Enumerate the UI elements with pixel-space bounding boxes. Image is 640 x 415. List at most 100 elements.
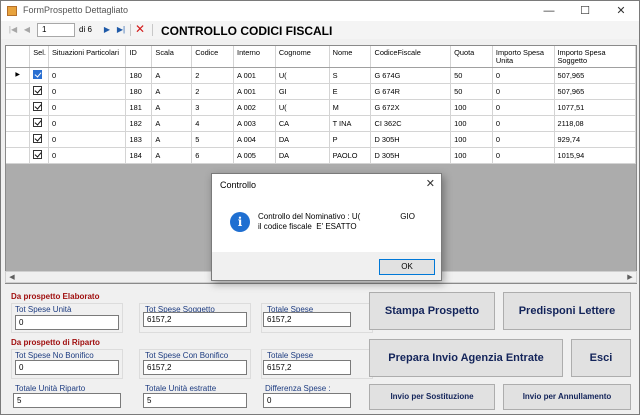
row-header[interactable] — [6, 115, 31, 132]
cell-iss[interactable]: 1077,51 — [554, 99, 636, 116]
cell-nome[interactable]: P — [329, 131, 372, 148]
scroll-left-icon[interactable]: ◀ — [7, 273, 17, 283]
cell-cf[interactable]: D 305H — [370, 147, 452, 164]
column-header[interactable]: Scala — [151, 46, 193, 68]
totale-unita-riparto-field[interactable]: 5 — [13, 393, 121, 408]
column-header[interactable]: Codice — [191, 46, 235, 68]
cell-isu[interactable]: 0 — [492, 131, 555, 148]
cell-situazioni[interactable]: 0 — [48, 147, 127, 164]
cell-situazioni[interactable]: 0 — [48, 115, 127, 132]
differenza-field[interactable]: 0 — [263, 393, 351, 408]
invio-annullamento-button[interactable]: Invio per Annullamento — [503, 384, 631, 410]
cell-cognome[interactable]: DA — [275, 147, 330, 164]
select-checkbox[interactable] — [33, 133, 43, 143]
cell-situazioni[interactable]: 0 — [48, 131, 127, 148]
cell-situazioni[interactable]: 0 — [48, 99, 127, 116]
column-header[interactable]: Quota — [450, 46, 493, 68]
cell-id[interactable]: 180 — [125, 83, 153, 100]
column-header[interactable]: ID — [125, 46, 153, 68]
cell-interno[interactable]: A 002 — [233, 99, 276, 116]
cell-quota[interactable]: 100 — [450, 115, 493, 132]
tot-spese-soggetto-field[interactable]: 6157,2 — [143, 312, 247, 327]
cell-nome[interactable]: PAOLO — [329, 147, 372, 164]
cell-cf[interactable]: G 672X — [370, 99, 452, 116]
select-checkbox[interactable] — [33, 69, 43, 79]
cell-id[interactable]: 181 — [125, 99, 153, 116]
select-checkbox[interactable] — [33, 85, 43, 95]
select-checkbox[interactable] — [33, 149, 43, 159]
cell-isu[interactable]: 0 — [492, 67, 555, 84]
row-header[interactable] — [6, 99, 31, 116]
cell-cognome[interactable]: U( — [275, 99, 330, 116]
cell-nome[interactable]: E — [329, 83, 372, 100]
column-header[interactable]: Importo Spesa Soggetto — [554, 46, 636, 68]
cell-codice[interactable]: 4 — [191, 115, 235, 132]
cell-codice[interactable]: 2 — [191, 83, 235, 100]
cell-id[interactable]: 184 — [125, 147, 153, 164]
totale-spese-field[interactable]: 6157,2 — [263, 312, 351, 327]
cell-cognome[interactable]: U( — [275, 67, 330, 84]
move-first-icon[interactable]: |◀ — [7, 23, 19, 37]
totale-spese-riparto-field[interactable]: 6157,2 — [263, 360, 351, 375]
cell-id[interactable]: 180 — [125, 67, 153, 84]
cell-scala[interactable]: A — [151, 131, 193, 148]
cell-isu[interactable]: 0 — [492, 83, 555, 100]
row-header[interactable] — [6, 83, 31, 100]
cell-interno[interactable]: A 003 — [233, 115, 276, 132]
select-checkbox[interactable] — [33, 117, 43, 127]
cell-id[interactable]: 182 — [125, 115, 153, 132]
esci-button[interactable]: Esci — [571, 339, 631, 377]
cell-nome[interactable]: M — [329, 99, 372, 116]
table-row[interactable]: 0 184 A 6 A 005 DA PAOLO D 305H 100 0 1015,94 — [6, 147, 636, 164]
scroll-right-icon[interactable]: ▶ — [625, 273, 635, 283]
invio-sostituzione-button[interactable]: Invio per Sostituzione — [369, 384, 495, 410]
table-row[interactable]: 0 180 A 2 A 001 GI E G 674R 50 0 507,965 — [6, 83, 636, 100]
cell-scala[interactable]: A — [151, 115, 193, 132]
table-row[interactable]: ▶ 0 180 A 2 A 001 U(S G 674G 50 0 507,965 — [6, 67, 636, 84]
move-last-icon[interactable]: ▶| — [115, 23, 127, 37]
row-header[interactable]: ▶ — [6, 67, 31, 84]
totale-unita-estratte-field[interactable]: 5 — [143, 393, 247, 408]
column-header[interactable]: Importo Spesa Unita — [492, 46, 555, 68]
move-next-icon[interactable]: ▶ — [101, 23, 113, 37]
cell-cf[interactable]: CI 362C — [370, 115, 452, 132]
stampa-prospetto-button[interactable]: Stampa Prospetto — [369, 292, 495, 330]
table-row[interactable]: 0 183 A 5 A 004 DA P D 305H 100 0 929,74 — [6, 131, 636, 148]
cell-scala[interactable]: A — [151, 147, 193, 164]
column-header[interactable]: Cognome — [275, 46, 330, 68]
delete-icon[interactable]: ✕ — [135, 22, 145, 36]
cell-cognome[interactable]: DA — [275, 131, 330, 148]
cell-quota[interactable]: 50 — [450, 67, 493, 84]
cell-quota[interactable]: 100 — [450, 99, 493, 116]
select-checkbox[interactable] — [33, 101, 43, 111]
dialog-close-icon[interactable]: ✕ — [426, 177, 435, 190]
maximize-icon[interactable]: ☐ — [567, 1, 603, 21]
predisponi-lettere-button[interactable]: Predisponi Lettere — [503, 292, 631, 330]
column-header[interactable]: Sel. — [29, 46, 49, 68]
cell-situazioni[interactable]: 0 — [48, 83, 127, 100]
column-header[interactable] — [6, 46, 31, 68]
cell-iss[interactable]: 507,965 — [554, 83, 636, 100]
column-header[interactable]: Interno — [233, 46, 276, 68]
row-header[interactable] — [6, 147, 31, 164]
column-header[interactable]: Nome — [329, 46, 372, 68]
cell-codice[interactable]: 6 — [191, 147, 235, 164]
cell-id[interactable]: 183 — [125, 131, 153, 148]
cell-isu[interactable]: 0 — [492, 99, 555, 116]
cell-cf[interactable]: G 674R — [370, 83, 452, 100]
no-bonifico-field[interactable]: 0 — [15, 360, 119, 375]
ok-button[interactable]: OK — [379, 259, 435, 275]
close-icon[interactable]: ✕ — [603, 1, 639, 21]
minimize-icon[interactable]: — — [531, 1, 567, 21]
cell-codice[interactable]: 3 — [191, 99, 235, 116]
cell-cognome[interactable]: CA — [275, 115, 330, 132]
cell-scala[interactable]: A — [151, 83, 193, 100]
table-row[interactable]: 0 181 A 3 A 002 U(M G 672X 100 0 1077,51 — [6, 99, 636, 116]
cell-quota[interactable]: 100 — [450, 147, 493, 164]
cell-iss[interactable]: 929,74 — [554, 131, 636, 148]
cell-interno[interactable]: A 004 — [233, 131, 276, 148]
cell-scala[interactable]: A — [151, 99, 193, 116]
cell-cf[interactable]: G 674G — [370, 67, 452, 84]
column-header[interactable]: CodiceFiscale — [370, 46, 452, 68]
cell-nome[interactable]: S — [329, 67, 372, 84]
